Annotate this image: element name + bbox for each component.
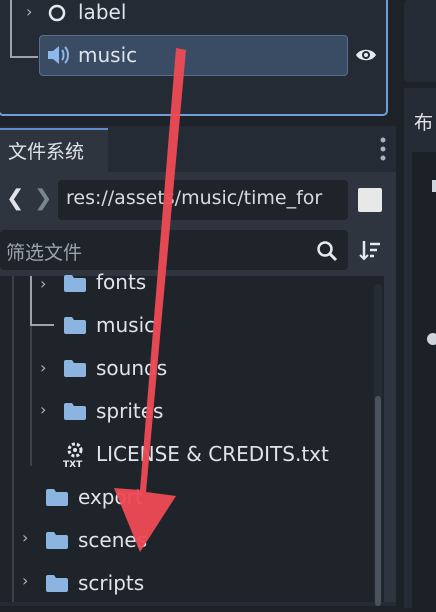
folder-icon (46, 575, 68, 592)
scrollbar-thumb[interactable] (375, 396, 381, 606)
chevron-right-icon[interactable]: › (40, 358, 46, 377)
more-options-icon[interactable] (380, 136, 386, 166)
right-dock-top (404, 0, 436, 82)
folder-icon (64, 275, 86, 292)
tree-guide (30, 326, 32, 466)
path-text: res://assets/music/time_for (66, 187, 323, 209)
circle-outline-icon (48, 4, 66, 26)
tree-connector (30, 276, 32, 326)
speaker-icon (46, 44, 70, 70)
search-icon (316, 240, 338, 266)
tree-connector (10, 0, 12, 58)
list-item[interactable]: LICENSE & CREDITS.txt (96, 442, 329, 466)
chevron-right-icon[interactable]: › (40, 400, 46, 419)
svg-text:TXT: TXT (63, 460, 83, 468)
folder-icon (46, 489, 68, 506)
right-dock-marker (432, 180, 436, 192)
filter-placeholder: 筛选文件 (6, 242, 83, 264)
list-item[interactable]: scenes (78, 528, 147, 552)
list-item[interactable]: fonts (96, 270, 146, 294)
list-item[interactable]: scripts (78, 571, 144, 595)
tree-connector (30, 324, 54, 326)
folder-icon (64, 360, 86, 377)
chevron-right-icon[interactable]: › (22, 571, 28, 590)
sort-icon[interactable] (358, 238, 382, 266)
chevron-right-icon[interactable]: › (26, 2, 32, 21)
split-mode-button[interactable] (358, 188, 382, 212)
list-item[interactable]: music (96, 313, 155, 337)
eye-icon[interactable] (355, 46, 377, 68)
folder-icon (64, 317, 86, 334)
tree-connector (10, 56, 38, 58)
right-dock-tab[interactable]: 布 (414, 108, 433, 135)
scene-node-label: music (78, 43, 138, 67)
tab-label: 文件系统 (8, 141, 85, 163)
folder-icon (64, 403, 86, 420)
folder-icon (46, 532, 68, 549)
chevron-right-icon[interactable]: › (22, 528, 28, 547)
back-arrow-icon[interactable]: ❮ (6, 186, 24, 211)
chevron-right-icon[interactable]: › (40, 274, 46, 293)
scene-node-label[interactable]: label (78, 0, 126, 24)
file-tree[interactable] (0, 276, 384, 602)
right-dock-handle[interactable] (427, 333, 436, 345)
list-item[interactable]: sprites (96, 399, 163, 423)
list-item[interactable]: sounds (96, 356, 167, 380)
right-dock-content (412, 152, 436, 612)
forward-arrow-icon[interactable]: ❯ (34, 186, 52, 211)
list-item[interactable]: export (78, 485, 143, 509)
tree-guide (12, 276, 14, 602)
txt-file-icon: TXT (62, 442, 88, 472)
